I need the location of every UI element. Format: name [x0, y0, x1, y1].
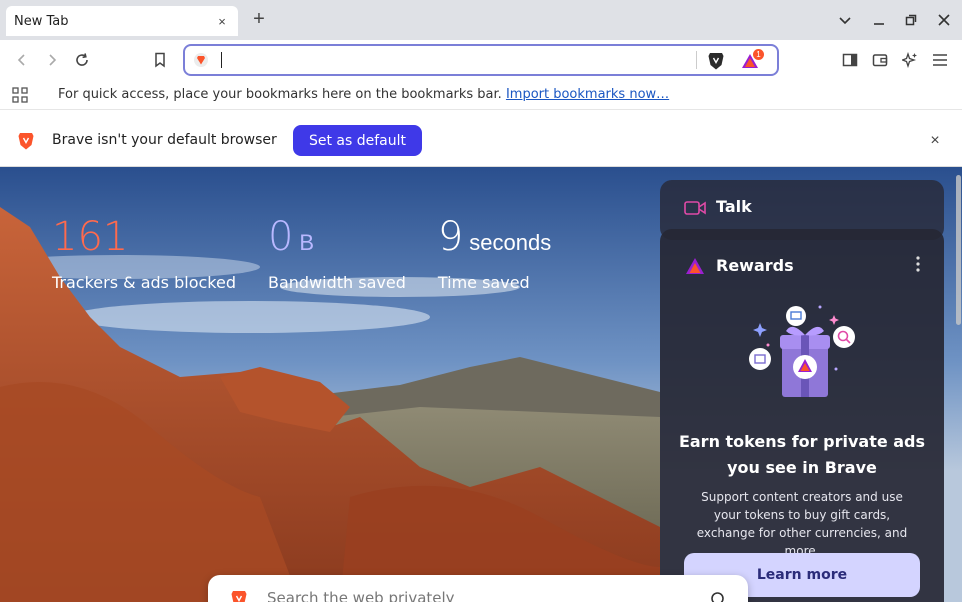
stat-bandwidth-label: Bandwidth saved: [267, 273, 406, 292]
reload-icon[interactable]: [72, 50, 92, 70]
back-icon[interactable]: [12, 50, 32, 70]
restore-icon[interactable]: [901, 10, 921, 30]
brave-shields-icon[interactable]: [707, 51, 725, 71]
brave-search-icon: [193, 52, 209, 68]
stat-time-label: Time saved: [437, 273, 530, 292]
tab-new-tab[interactable]: New Tab ×: [6, 6, 238, 36]
rewards-description: Support content creators and use your to…: [696, 490, 908, 558]
forward-icon[interactable]: [42, 50, 62, 70]
stat-trackers-label: Trackers & ads blocked: [52, 273, 236, 292]
stat-trackers-value: 161: [52, 214, 129, 260]
scrollbar-thumb[interactable]: [956, 175, 961, 325]
search-box[interactable]: Search the web privately: [208, 575, 748, 602]
close-window-icon[interactable]: [934, 10, 954, 30]
bookmarks-bar: For quick access, place your bookmarks h…: [0, 80, 962, 110]
stat-bandwidth-unit: B: [299, 230, 315, 255]
tab-close-icon[interactable]: ×: [214, 14, 230, 29]
rewards-widget: Rewards Earn tokens for private ads you …: [660, 229, 944, 602]
infobar-close-icon[interactable]: ×: [926, 132, 944, 150]
address-bar[interactable]: 1: [183, 44, 779, 76]
search-icon[interactable]: [710, 591, 728, 602]
brave-logo-icon: [17, 131, 35, 151]
bookmark-icon[interactable]: [150, 50, 170, 70]
text-caret: [221, 52, 222, 68]
new-tab-button[interactable]: +: [250, 9, 268, 29]
bookmarks-bar-message: For quick access, place your bookmarks h…: [58, 87, 669, 102]
stat-bandwidth: 0B Bandwidth saved: [268, 217, 406, 292]
new-tab-page: 161 Trackers & ads blocked 0B Bandwidth …: [0, 167, 962, 602]
omnibox-divider: [696, 51, 697, 69]
rewards-gift-illustration: [749, 305, 855, 397]
rewards-heading: Earn tokens for private ads you see in B…: [678, 432, 926, 477]
rewards-badge: 1: [753, 49, 764, 60]
rewards-title: Rewards: [716, 256, 794, 275]
more-options-icon[interactable]: [914, 255, 922, 273]
address-input[interactable]: [225, 50, 685, 70]
brave-search-logo-icon: [230, 589, 248, 602]
video-camera-icon: [684, 199, 706, 217]
brave-rewards-icon[interactable]: 1: [741, 49, 764, 71]
stats-panel: 161 Trackers & ads blocked 0B Bandwidth …: [52, 217, 583, 292]
talk-title: Talk: [716, 197, 752, 216]
stat-trackers: 161 Trackers & ads blocked: [52, 217, 236, 292]
leo-ai-icon[interactable]: [900, 50, 920, 70]
apps-grid-icon[interactable]: [12, 87, 28, 103]
stat-time-unit: seconds: [469, 230, 552, 255]
scrollbar[interactable]: [954, 167, 962, 602]
tab-title: New Tab: [14, 13, 69, 29]
search-placeholder: Search the web privately: [267, 589, 455, 602]
set-as-default-button[interactable]: Set as default: [293, 125, 422, 156]
bookmarks-hint: For quick access, place your bookmarks h…: [58, 87, 502, 102]
menu-icon[interactable]: [930, 50, 950, 70]
minimize-icon[interactable]: [869, 10, 889, 30]
stat-time-value: 9: [437, 214, 464, 260]
infobar-message: Brave isn't your default browser: [52, 132, 277, 148]
rewards-bat-icon: [684, 256, 706, 276]
stat-bandwidth-value: 0: [267, 214, 294, 260]
wallet-icon[interactable]: [870, 50, 890, 70]
sidebar-icon[interactable]: [840, 50, 860, 70]
tab-strip: New Tab × +: [0, 0, 962, 40]
default-browser-infobar: Brave isn't your default browser Set as …: [0, 111, 962, 167]
import-bookmarks-link[interactable]: Import bookmarks now…: [506, 87, 669, 102]
stat-time: 9 seconds Time saved: [438, 217, 551, 292]
tab-search-icon[interactable]: [835, 10, 855, 30]
